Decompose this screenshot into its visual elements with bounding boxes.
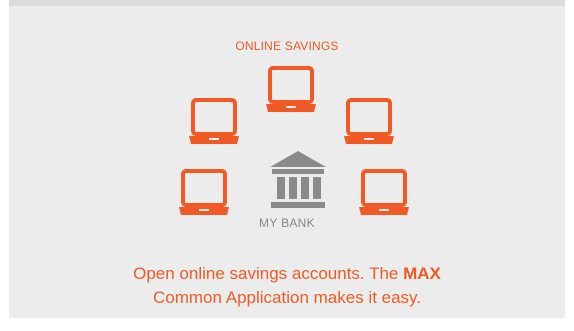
tagline: Open online savings accounts. The MAX Co… (9, 262, 565, 310)
laptop-icon (189, 98, 239, 144)
laptop-icon (359, 169, 409, 215)
tagline-text: Open online savings accounts. The (133, 264, 404, 283)
laptop-icon (266, 66, 316, 112)
tagline-brand: MAX (403, 264, 441, 283)
bank-building-icon (270, 151, 326, 208)
tagline-text-line2: Common Application makes it easy. (152, 288, 422, 307)
laptop-icon (344, 98, 394, 144)
heading: ONLINE SAVINGS (235, 39, 339, 53)
bank-label: MY BANK (259, 216, 315, 230)
laptop-icon (179, 169, 229, 215)
promo-card: ONLINE SAVINGS MY BANK Open online savin… (9, 0, 565, 318)
